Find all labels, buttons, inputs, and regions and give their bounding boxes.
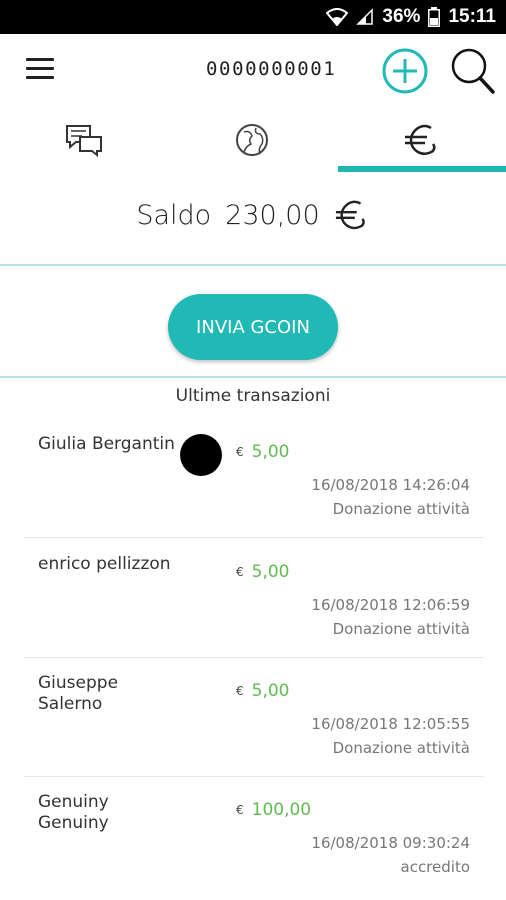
account-id: 0000000001 bbox=[206, 58, 337, 80]
active-tab-indicator bbox=[338, 166, 506, 172]
send-gcoin-button[interactable]: INVIA GCOIN bbox=[168, 294, 338, 360]
transaction-item[interactable]: Giulia Bergantin € 5,00 16/08/2018 14:26… bbox=[24, 420, 484, 538]
divider bbox=[24, 537, 484, 538]
transaction-date: 16/08/2018 09:30:24 bbox=[311, 834, 470, 852]
coin-icon: € bbox=[236, 445, 244, 459]
transaction-date: 16/08/2018 12:05:55 bbox=[311, 715, 470, 733]
battery-icon bbox=[428, 7, 441, 27]
chat-bubbles-icon bbox=[66, 125, 102, 157]
transaction-description: accredito bbox=[400, 858, 471, 876]
transaction-description: Donazione attività bbox=[332, 500, 470, 518]
amount-value: 5,00 bbox=[251, 442, 290, 462]
transaction-amount: € 5,00 bbox=[236, 681, 290, 701]
transaction-date: 16/08/2018 12:06:59 bbox=[311, 596, 470, 614]
amount-value: 5,00 bbox=[251, 681, 290, 701]
coin-icon bbox=[335, 200, 365, 230]
plus-circle-icon bbox=[382, 48, 428, 94]
search-icon bbox=[451, 48, 495, 94]
avatar bbox=[180, 434, 222, 476]
transaction-amount: € 5,00 bbox=[236, 442, 290, 462]
coin-icon bbox=[405, 124, 436, 155]
app-bar: 0000000001 bbox=[0, 34, 506, 108]
amount-value: 5,00 bbox=[251, 562, 290, 582]
transaction-name: Giulia Bergantin bbox=[38, 434, 175, 454]
transaction-name: enrico pellizzon bbox=[38, 554, 171, 574]
transactions-title: Ultime transazioni bbox=[175, 386, 331, 406]
divider bbox=[24, 657, 484, 658]
wifi-icon bbox=[326, 8, 349, 26]
divider bbox=[0, 264, 506, 266]
transaction-item[interactable]: Genuiny Genuiny € 100,00 16/08/2018 09:3… bbox=[24, 778, 484, 896]
tab-community[interactable] bbox=[168, 108, 336, 172]
globe-head-icon bbox=[236, 124, 268, 156]
tab-messages[interactable] bbox=[0, 108, 168, 172]
transaction-date: 16/08/2018 14:26:04 bbox=[311, 476, 470, 494]
coin-icon: € bbox=[236, 684, 244, 698]
divider bbox=[0, 376, 506, 378]
add-button[interactable] bbox=[381, 47, 429, 95]
transaction-name: Genuiny Genuiny bbox=[38, 792, 109, 833]
balance-value: 230,00 bbox=[225, 199, 320, 231]
balance: Saldo 230,00 bbox=[0, 190, 506, 240]
transaction-description: Donazione attività bbox=[332, 620, 470, 638]
coin-icon: € bbox=[236, 565, 244, 579]
transaction-item[interactable]: enrico pellizzon € 5,00 16/08/2018 12:06… bbox=[24, 540, 484, 658]
battery-percent: 36% bbox=[382, 6, 421, 27]
transaction-description: Donazione attività bbox=[332, 739, 470, 757]
transaction-name: Giuseppe Salerno bbox=[38, 673, 119, 714]
balance-label: Saldo bbox=[136, 199, 212, 231]
coin-icon: € bbox=[236, 803, 244, 817]
clock: 15:11 bbox=[448, 6, 496, 27]
search-button[interactable] bbox=[447, 44, 497, 98]
divider bbox=[24, 776, 484, 777]
amount-value: 100,00 bbox=[251, 800, 312, 820]
tab-bar bbox=[0, 108, 506, 172]
tab-wallet[interactable] bbox=[338, 108, 506, 172]
transaction-amount: € 100,00 bbox=[236, 800, 311, 820]
status-bar: 36% 15:11 bbox=[0, 0, 506, 34]
transaction-amount: € 5,00 bbox=[236, 562, 290, 582]
hamburger-menu-icon[interactable] bbox=[26, 58, 54, 80]
transaction-item[interactable]: Giuseppe Salerno € 5,00 16/08/2018 12:05… bbox=[24, 659, 484, 777]
signal-icon bbox=[356, 8, 374, 26]
